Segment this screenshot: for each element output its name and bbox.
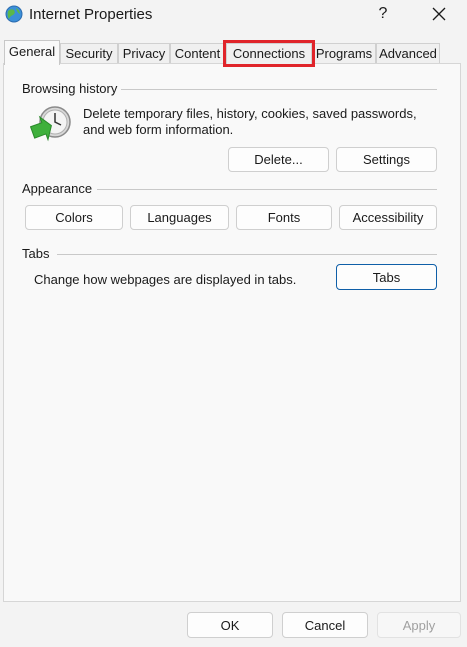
- tabs-button[interactable]: Tabs: [336, 264, 437, 290]
- help-button[interactable]: ?: [366, 0, 400, 28]
- tab-connections[interactable]: Connections: [223, 40, 315, 67]
- tab-content[interactable]: Content: [170, 43, 225, 64]
- tab-general[interactable]: General: [4, 40, 60, 65]
- apply-button[interactable]: Apply: [377, 612, 461, 638]
- tab-programs[interactable]: Programs: [312, 43, 376, 64]
- settings-button[interactable]: Settings: [336, 147, 437, 172]
- browsing-history-description-line2: and web form information.: [83, 122, 234, 137]
- languages-button[interactable]: Languages: [130, 205, 229, 230]
- tabs-description: Change how webpages are displayed in tab…: [34, 272, 297, 287]
- delete-button[interactable]: Delete...: [228, 147, 329, 172]
- accessibility-button[interactable]: Accessibility: [339, 205, 437, 230]
- appearance-heading: Appearance: [22, 181, 93, 196]
- cancel-button[interactable]: Cancel: [282, 612, 368, 638]
- tab-privacy[interactable]: Privacy: [118, 43, 170, 64]
- browsing-history-divider: [121, 89, 437, 90]
- appearance-divider: [97, 189, 437, 190]
- tab-advanced[interactable]: Advanced: [376, 43, 440, 64]
- close-button[interactable]: [422, 0, 456, 28]
- window-title: Internet Properties: [29, 6, 153, 23]
- browsing-history-description-line1: Delete temporary files, history, cookies…: [83, 106, 417, 121]
- close-icon: [432, 7, 446, 21]
- browsing-history-heading: Browsing history: [22, 81, 118, 96]
- fonts-button[interactable]: Fonts: [236, 205, 332, 230]
- history-clock-icon: [30, 106, 71, 142]
- tabs-heading: Tabs: [22, 246, 50, 261]
- colors-button[interactable]: Colors: [25, 205, 123, 230]
- internet-globe-icon: [5, 5, 23, 23]
- title-bar: Internet Properties ?: [0, 0, 467, 30]
- ok-button[interactable]: OK: [187, 612, 273, 638]
- tab-security[interactable]: Security: [60, 43, 118, 64]
- tabs-divider: [57, 254, 437, 255]
